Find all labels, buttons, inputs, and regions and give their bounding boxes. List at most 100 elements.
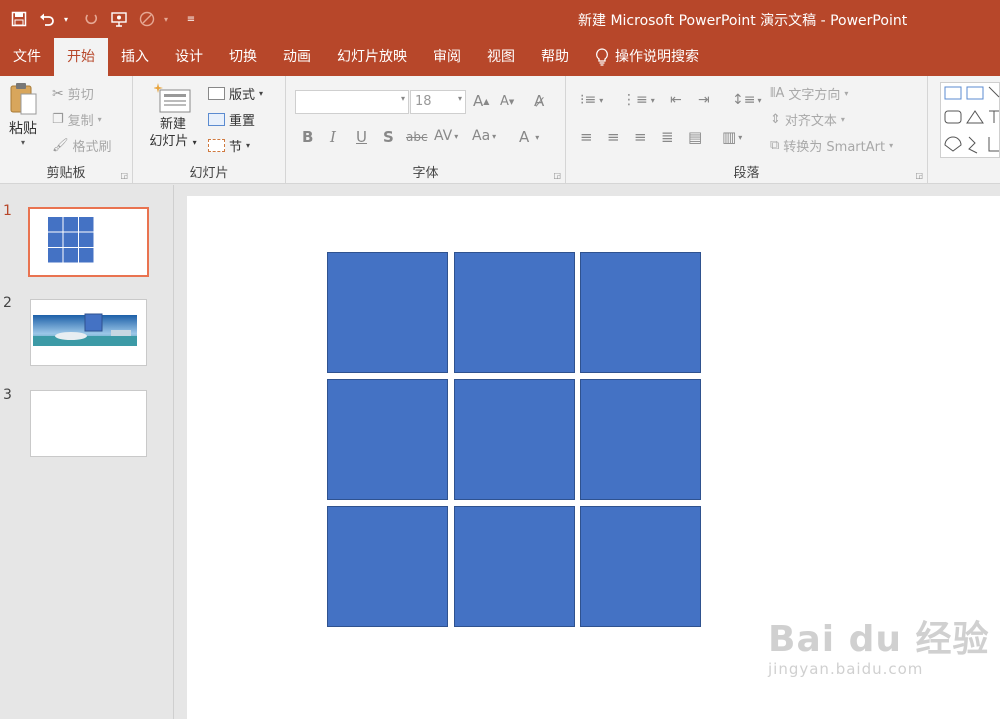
font-color-button[interactable]: A ▾ [519, 128, 539, 146]
tab-slideshow[interactable]: 幻灯片放映 [324, 38, 420, 76]
distributed-button[interactable]: ▤ [688, 128, 702, 146]
smartart-dropdown-icon: ▾ [889, 141, 894, 150]
smartart-button[interactable]: ⧉ 转换为 SmartArt ▾ [770, 136, 893, 155]
font-size-dropdown-icon[interactable]: ▾ [458, 94, 462, 103]
bullets-dropdown-icon: ▾ [599, 95, 604, 105]
shapes-gallery[interactable] [940, 82, 1000, 158]
numbering-dropdown-icon: ▾ [650, 95, 655, 105]
tab-design[interactable]: 设计 [162, 38, 216, 76]
section-button[interactable]: 节 ▾ [208, 136, 250, 155]
bold-label: B [302, 128, 314, 146]
font-size-input[interactable]: 18 ▾ [410, 90, 466, 114]
format-painter-button[interactable]: 🖌 格式刷 [52, 136, 112, 155]
square-shape[interactable] [327, 252, 448, 373]
clipboard-launcher-icon[interactable]: ◲ [120, 171, 128, 180]
paste-icon [10, 83, 37, 115]
undo-dropdown-icon[interactable]: ▾ [64, 15, 74, 24]
layout-button[interactable]: 版式 ▾ [208, 84, 263, 103]
touch-mode-icon[interactable] [136, 8, 158, 30]
justify-icon: ≣ [661, 128, 674, 146]
cut-label: 剪切 [67, 88, 94, 103]
slide-1-preview [48, 217, 94, 263]
square-shape[interactable] [327, 379, 448, 500]
tab-help[interactable]: 帮助 [528, 38, 582, 76]
slide-number-1: 1 [3, 203, 12, 219]
grow-font-button[interactable]: A ▲ [473, 92, 489, 110]
font-launcher-icon[interactable]: ◲ [553, 171, 561, 180]
increase-indent-button[interactable]: ⇥ [698, 92, 710, 108]
italic-button[interactable]: I [330, 128, 336, 146]
font-name-input[interactable]: ▾ [295, 90, 409, 114]
square-shape[interactable] [454, 506, 575, 627]
line-spacing-button[interactable]: ↕≡ ▾ [732, 92, 761, 108]
slides-group: 新建 幻灯片 ▾ 版式 ▾ 重置 节 ▾ 幻灯片 [133, 76, 286, 184]
copy-button[interactable]: ❐ 复制 ▾ [52, 110, 102, 129]
redo-icon[interactable] [80, 8, 102, 30]
align-left-button[interactable]: ≡ [580, 128, 593, 146]
font-name-dropdown-icon[interactable]: ▾ [401, 94, 405, 103]
text-direction-label: 文字方向 [788, 88, 841, 103]
save-icon[interactable] [8, 8, 30, 30]
bold-button[interactable]: B [302, 128, 313, 146]
align-right-button[interactable]: ≡ [634, 128, 647, 146]
new-slide-button[interactable]: 新建 幻灯片 ▾ [143, 82, 203, 162]
text-direction-button[interactable]: ⫴A 文字方向 ▾ [770, 84, 848, 103]
square-shape[interactable] [454, 379, 575, 500]
square-shape[interactable] [580, 506, 701, 627]
justify-button[interactable]: ≣ [661, 128, 674, 146]
slide-thumbnail-2[interactable] [30, 299, 147, 366]
tab-file[interactable]: 文件 [0, 38, 54, 76]
strikethrough-button[interactable]: abc [406, 130, 428, 144]
columns-button[interactable]: ▥ ▾ [722, 128, 742, 146]
align-center-button[interactable]: ≡ [607, 128, 620, 146]
slide-thumbnail-3[interactable] [30, 390, 147, 457]
square-shape[interactable] [454, 252, 575, 373]
char-spacing-button[interactable]: AV ▾ [434, 128, 458, 144]
customize-icon[interactable]: ≡ [180, 8, 202, 30]
slide-editor-canvas[interactable] [187, 196, 1000, 719]
tab-home[interactable]: 开始 [54, 38, 108, 76]
numbering-button[interactable]: ⋮≡ ▾ [622, 92, 655, 108]
tell-me-search[interactable]: 操作说明搜索 [582, 38, 712, 76]
font-group-label: 字体 [412, 166, 439, 181]
reset-button[interactable]: 重置 [208, 110, 255, 129]
square-shape[interactable] [580, 379, 701, 500]
tab-animations[interactable]: 动画 [270, 38, 324, 76]
title-bar: ▾ ▾ ≡ 新建 Microsoft PowerPoint 演示文稿 - Pow… [0, 0, 1000, 38]
underline-button[interactable]: U [356, 128, 367, 146]
align-left-icon: ≡ [580, 128, 593, 146]
font-color-label: A [519, 128, 530, 146]
align-text-button[interactable]: ⇕ 对齐文本 ▾ [770, 110, 845, 129]
font-group: ▾ 18 ▾ A ▲ A ▼ A̷ B I U S abc AV ▾ Aa ▾ A ▾ 字… [286, 76, 566, 184]
undo-icon[interactable] [36, 8, 58, 30]
tab-review[interactable]: 审阅 [420, 38, 474, 76]
tab-view[interactable]: 视图 [474, 38, 528, 76]
text-direction-icon: ⫴A [770, 86, 785, 101]
change-case-button[interactable]: Aa ▾ [472, 128, 496, 144]
shadow-label: S [383, 128, 394, 146]
bullets-button[interactable]: ⁝≡ ▾ [580, 92, 603, 108]
smartart-label: 转换为 SmartArt [783, 140, 886, 155]
present-icon[interactable] [108, 8, 130, 30]
lightbulb-icon [596, 48, 608, 66]
clear-format-button[interactable]: A̷ [534, 92, 544, 110]
section-label: 节 [229, 140, 243, 155]
layout-dropdown-icon: ▾ [259, 89, 264, 98]
slide-thumbnail-1[interactable] [28, 207, 149, 277]
paragraph-launcher-icon[interactable]: ◲ [915, 171, 923, 180]
decrease-indent-icon: ⇤ [670, 92, 682, 108]
decrease-indent-button[interactable]: ⇤ [670, 92, 682, 108]
cut-button[interactable]: ✂ 剪切 [52, 84, 94, 104]
underline-label: U [356, 128, 367, 146]
shadow-button[interactable]: S [383, 128, 394, 146]
tab-transitions[interactable]: 切换 [216, 38, 270, 76]
slide-number-3: 3 [3, 387, 12, 403]
align-center-icon: ≡ [607, 128, 620, 146]
square-shape[interactable] [327, 506, 448, 627]
touch-dropdown-icon[interactable]: ▾ [164, 15, 174, 24]
tab-insert[interactable]: 插入 [108, 38, 162, 76]
square-shape[interactable] [580, 252, 701, 373]
paste-button[interactable]: 粘贴 ▾ [4, 82, 42, 160]
shrink-font-button[interactable]: A ▼ [500, 94, 514, 109]
font-size-value: 18 [415, 94, 432, 109]
